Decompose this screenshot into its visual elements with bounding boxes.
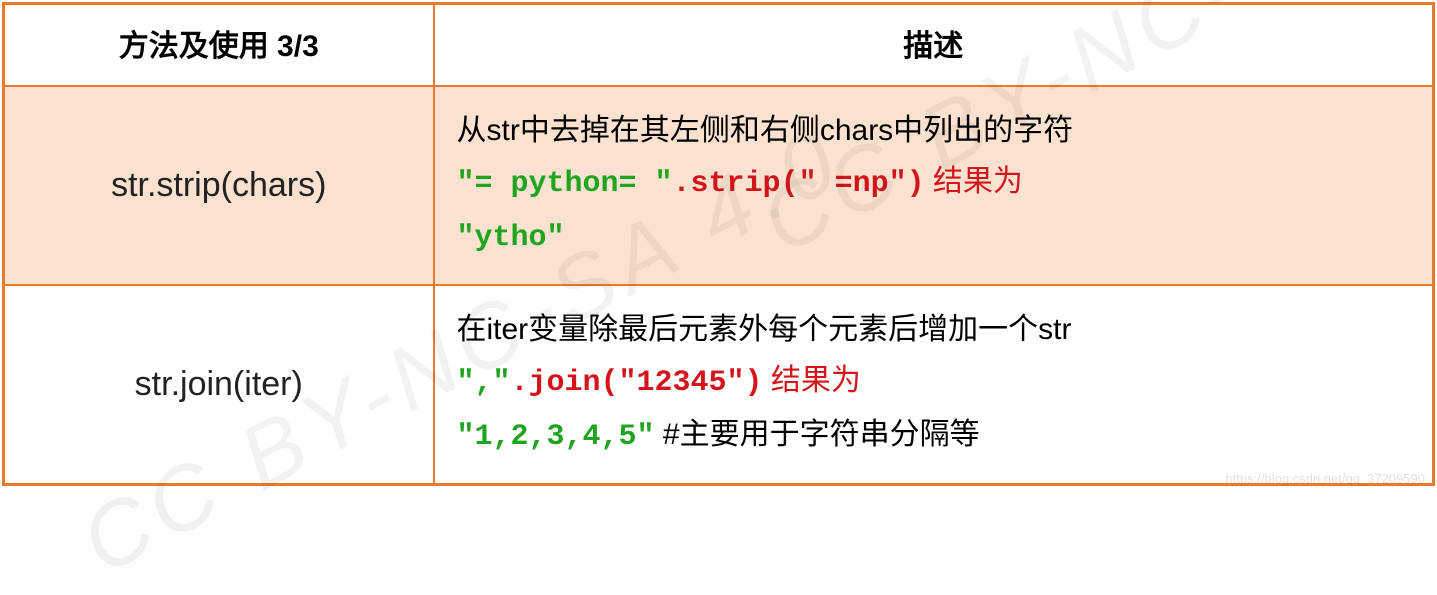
desc-text: 从str中去掉在其左侧和右侧chars中列出的字符 xyxy=(457,105,1411,156)
code-call: .join("12345") xyxy=(511,366,763,400)
header-method: 方法及使用 3/3 xyxy=(4,4,434,87)
code-example: "= python= ".strip(" =np") 结果为 xyxy=(457,156,1411,210)
header-desc: 描述 xyxy=(434,4,1434,87)
code-input: "," xyxy=(457,366,511,400)
code-output-line: "1,2,3,4,5" #主要用于字符串分隔等 xyxy=(457,409,1411,463)
code-call: .strip(" =np") xyxy=(673,167,925,201)
code-input: "= python= " xyxy=(457,167,673,201)
method-desc: 从str中去掉在其左侧和右侧chars中列出的字符 "= python= ".s… xyxy=(434,86,1434,285)
result-label: 结果为 xyxy=(763,364,861,397)
method-table: 方法及使用 3/3 描述 str.strip(chars) 从str中去掉在其左… xyxy=(2,2,1435,486)
code-output: "ytho" xyxy=(457,221,565,255)
code-output: "1,2,3,4,5" xyxy=(457,420,655,454)
code-example: ",".join("12345") 结果为 xyxy=(457,355,1411,409)
code-note: #主要用于字符串分隔等 xyxy=(655,418,980,451)
desc-text: 在iter变量除最后元素外每个元素后增加一个str xyxy=(457,304,1411,355)
table-row: str.strip(chars) 从str中去掉在其左侧和右侧chars中列出的… xyxy=(4,86,1434,285)
table-row: str.join(iter) 在iter变量除最后元素外每个元素后增加一个str… xyxy=(4,285,1434,485)
method-name: str.strip(chars) xyxy=(4,86,434,285)
method-name: str.join(iter) xyxy=(4,285,434,485)
method-desc: 在iter变量除最后元素外每个元素后增加一个str ",".join("1234… xyxy=(434,285,1434,485)
result-label: 结果为 xyxy=(925,165,1023,198)
table-header-row: 方法及使用 3/3 描述 xyxy=(4,4,1434,87)
code-output-line: "ytho" xyxy=(457,210,1411,264)
